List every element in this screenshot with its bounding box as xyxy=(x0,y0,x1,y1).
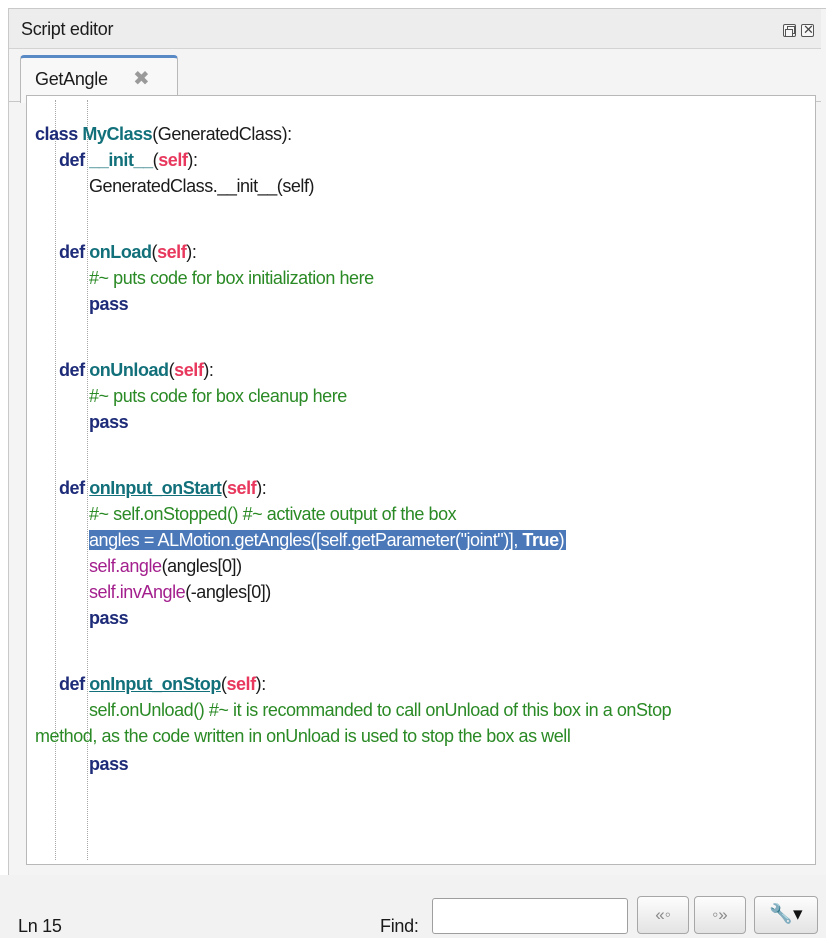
code-line-20: def onInput_onStop(self): xyxy=(59,674,266,694)
code-line-2: def __init__(self): xyxy=(59,150,198,170)
float-window-icon[interactable] xyxy=(783,24,796,37)
wrench-icon[interactable]: 🔧▾ xyxy=(754,896,818,934)
line-number-indicator: Ln 15 xyxy=(18,916,62,936)
code-line-21: self.onUnload() #~ it is recommanded to … xyxy=(89,700,672,720)
code-editor[interactable]: class MyClass(GeneratedClass): def __ini… xyxy=(26,95,816,865)
code-line-6: #~ puts code for box initialization here xyxy=(89,268,374,288)
find-label: Find: xyxy=(380,916,419,936)
code-line-13: def onInput_onStart(self): xyxy=(59,478,267,498)
panel-title: Script editor xyxy=(21,19,114,39)
code-line-23: pass xyxy=(89,754,129,774)
code-line-1: class MyClass(GeneratedClass): xyxy=(35,124,292,144)
code-line-22: method, as the code written in onUnload … xyxy=(35,726,571,746)
find-input[interactable] xyxy=(432,898,628,934)
close-window-icon[interactable]: ✕ xyxy=(801,22,814,37)
code-line-9: def onUnload(self): xyxy=(59,360,214,380)
find-next-icon[interactable]: ◦» xyxy=(694,896,746,934)
code-line-5: def onLoad(self): xyxy=(59,242,197,262)
code-line-10: #~ puts code for box cleanup here xyxy=(89,386,347,406)
code-line-11: pass xyxy=(89,412,129,432)
code-line-18: pass xyxy=(89,608,129,628)
code-line-3: GeneratedClass.__init__(self) xyxy=(89,176,315,196)
code-line-7: pass xyxy=(89,294,129,314)
code-line-17: self.invAngle(-angles[0]) xyxy=(89,582,271,602)
tab-close-icon[interactable]: ✖ xyxy=(133,66,150,91)
title-bar: Script editor ✕ xyxy=(9,9,821,49)
find-previous-icon[interactable]: «◦ xyxy=(637,896,689,934)
code-line-14: #~ self.onStopped() #~ activate output o… xyxy=(89,504,457,524)
tab-label: GetAngle xyxy=(35,69,108,89)
code-line-16: self.angle(angles[0]) xyxy=(89,556,242,576)
code-line-15-selected[interactable]: angles = ALMotion.getAngles([self.getPar… xyxy=(89,527,567,553)
